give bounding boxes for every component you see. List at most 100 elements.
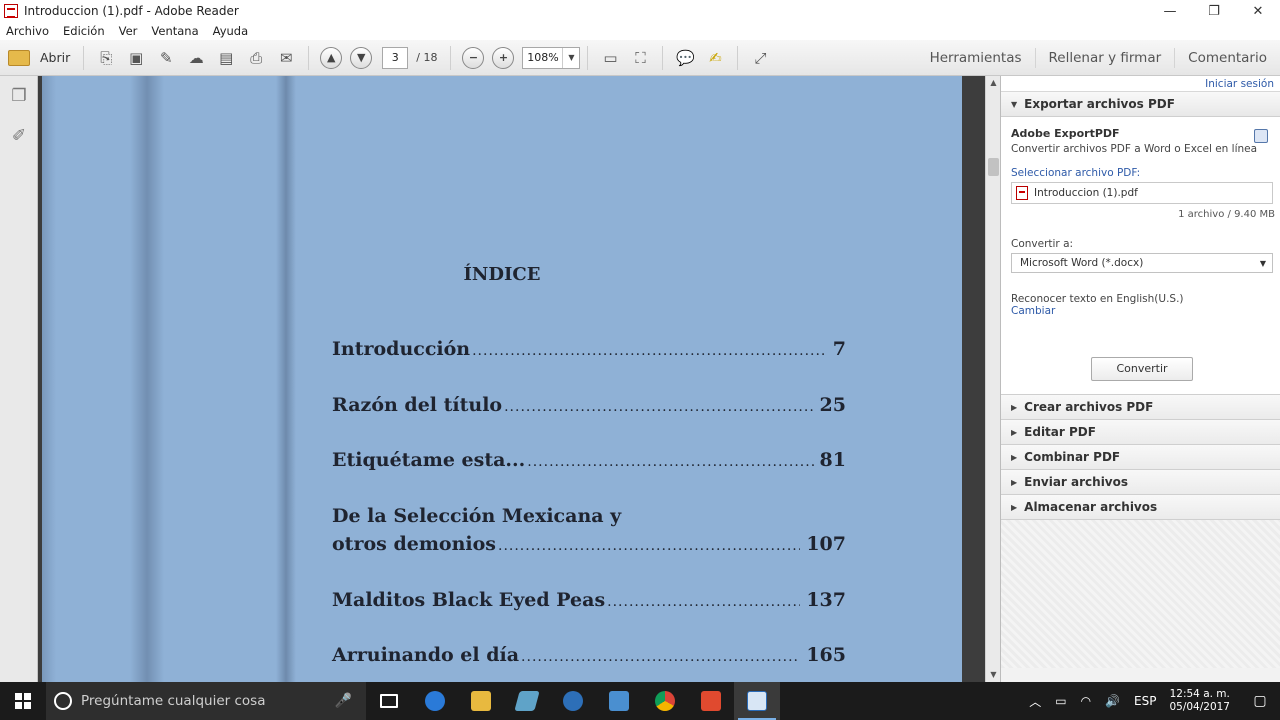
menu-ventana[interactable]: Ventana (151, 24, 198, 38)
email-icon[interactable]: ✉ (273, 45, 299, 71)
section-edit-pdf[interactable]: ▶ Editar PDF (1001, 420, 1280, 445)
section-send-files[interactable]: ▶ Enviar archivos (1001, 470, 1280, 495)
battery-icon[interactable]: ▭ (1055, 694, 1066, 708)
app-icon-red[interactable] (688, 682, 734, 720)
toolbar-separator (737, 45, 739, 70)
cloud-upload-icon[interactable]: ☁ (183, 45, 209, 71)
menu-ver[interactable]: Ver (119, 24, 138, 38)
comment-icon[interactable]: 💬 (672, 45, 698, 71)
convert-format-select[interactable]: Microsoft Word (*.docx) ▼ (1011, 253, 1273, 273)
cortana-search-box[interactable]: Pregúntame cualquier cosa 🎤 (46, 682, 366, 720)
export-pdf-panel: Adobe ExportPDF Convertir archivos PDF a… (1001, 117, 1280, 395)
menu-edicion[interactable]: Edición (63, 24, 105, 38)
convert-button[interactable]: Convertir (1091, 357, 1193, 381)
toolbar-tabs: Herramientas Rellenar y firmar Comentari… (917, 40, 1280, 76)
attachments-icon[interactable]: ✐ (0, 116, 38, 156)
sign-icon[interactable]: ✍ (702, 45, 728, 71)
export-pdf-header[interactable]: ▼ Exportar archivos PDF (1001, 92, 1280, 117)
volume-icon[interactable]: 🔊 (1105, 694, 1120, 708)
toolbar-separator (308, 45, 310, 70)
export-subtitle: Convertir archivos PDF a Word o Excel en… (1011, 143, 1258, 155)
toolbar-separator (83, 45, 85, 70)
chevron-up-icon[interactable]: ︿ (1029, 693, 1041, 710)
app-icon-blue-pen[interactable] (504, 682, 550, 720)
fit-width-icon[interactable]: ⛶ (627, 45, 653, 71)
window-title: Introduccion (1).pdf - Adobe Reader (24, 4, 239, 18)
print-icon[interactable]: ⎙ (243, 45, 269, 71)
scroll-up-arrow[interactable]: ▲ (986, 76, 1001, 90)
toc-leader (472, 337, 827, 365)
signin-link[interactable]: Iniciar sesión (1001, 76, 1280, 92)
export-pdf-header-label: Exportar archivos PDF (1024, 97, 1175, 111)
minimize-button[interactable]: — (1148, 0, 1192, 22)
toc-leader (498, 532, 800, 560)
system-tray: ︿ ▭ ◠ 🔊 ESP 12:54 a. m. 05/04/2017 ▢ (1022, 682, 1280, 720)
clock-date: 05/04/2017 (1169, 701, 1230, 713)
previous-page-button[interactable]: ▲ (320, 46, 343, 69)
section-label: Combinar PDF (1024, 450, 1121, 464)
menu-ayuda[interactable]: Ayuda (213, 24, 249, 38)
scroll-down-arrow[interactable]: ▼ (986, 668, 1001, 682)
open-label: Abrir (40, 50, 71, 65)
wifi-icon[interactable]: ◠ (1081, 694, 1091, 708)
toc-entry-page: 165 (806, 644, 846, 666)
edit-pdf-icon[interactable]: ✎ (153, 45, 179, 71)
section-create-pdf[interactable]: ▶ Crear archivos PDF (1001, 395, 1280, 420)
app-icon-globe[interactable] (550, 682, 596, 720)
chevron-down-icon[interactable]: ▼ (563, 48, 579, 68)
menu-archivo[interactable]: Archivo (6, 24, 49, 38)
folder-icon (8, 49, 30, 66)
toc-entry-page: 107 (806, 533, 846, 555)
tab-herramientas[interactable]: Herramientas (917, 48, 1035, 68)
zoom-value: 108% (523, 47, 564, 68)
adobe-reader-taskbar-icon[interactable] (734, 682, 780, 720)
document-viewport[interactable]: ÍNDICE Introducción7 Razón del título25 … (38, 76, 985, 682)
language-indicator[interactable]: ESP (1134, 694, 1156, 708)
zoom-in-button[interactable]: + (492, 46, 515, 69)
app-icon-monitor[interactable] (596, 682, 642, 720)
edge-icon[interactable] (412, 682, 458, 720)
maximize-button[interactable]: ❐ (1192, 0, 1236, 22)
page-thumbnails-icon[interactable]: ❐ (0, 76, 38, 116)
change-language-link[interactable]: Cambiar (1011, 305, 1270, 317)
toc-entry-title: Malditos Black Eyed Peas (332, 589, 606, 611)
page-number-input[interactable]: 3 (382, 46, 409, 69)
ocr-language-label: Reconocer texto en English(U.S.) (1011, 293, 1184, 305)
tools-pane: Iniciar sesión ▼ Exportar archivos PDF A… (1000, 76, 1280, 682)
toc-entry: Arruinando el día 165 (332, 641, 846, 671)
open-button[interactable]: Abrir (8, 49, 71, 66)
microphone-icon[interactable]: 🎤 (335, 693, 352, 709)
toc-entry-title: Introducción (332, 338, 471, 360)
clock[interactable]: 12:54 a. m. 05/04/2017 (1169, 688, 1230, 714)
triangle-right-icon: ▶ (1011, 452, 1018, 462)
create-pdf-icon[interactable]: ⎘ (93, 45, 119, 71)
section-combine-pdf[interactable]: ▶ Combinar PDF (1001, 445, 1280, 470)
save-icon[interactable]: ▤ (213, 45, 239, 71)
full-screen-icon[interactable]: ⤢ (747, 45, 773, 71)
chevron-down-icon: ▼ (1259, 258, 1266, 268)
file-explorer-icon[interactable] (458, 682, 504, 720)
start-button[interactable] (0, 682, 46, 720)
document-scrollbar[interactable]: ▲ ▼ (985, 76, 1000, 682)
export-service-icon[interactable] (1254, 129, 1268, 143)
pane-background (1001, 520, 1280, 668)
zoom-out-button[interactable]: − (462, 46, 485, 69)
fit-page-icon[interactable]: ▭ (597, 45, 623, 71)
tab-rellenar-firmar[interactable]: Rellenar y firmar (1034, 48, 1175, 68)
selected-file-field[interactable]: Introduccion (1).pdf (1011, 182, 1273, 204)
chrome-icon[interactable] (642, 682, 688, 720)
zoom-select[interactable]: 108% ▼ (522, 46, 581, 69)
section-store-files[interactable]: ▶ Almacenar archivos (1001, 495, 1280, 520)
pdf-options-icon[interactable]: ▣ (123, 45, 149, 71)
pdf-file-icon (1016, 186, 1028, 200)
tab-comentario[interactable]: Comentario (1174, 48, 1280, 68)
task-view-button[interactable] (366, 682, 412, 720)
page-shadow (276, 76, 296, 682)
notification-center-icon[interactable]: ▢ (1240, 682, 1280, 720)
convert-format-value: Microsoft Word (*.docx) (1020, 257, 1144, 269)
close-button[interactable]: ✕ (1236, 0, 1280, 22)
next-page-button[interactable]: ▼ (350, 46, 373, 69)
scroll-thumb[interactable] (988, 158, 999, 176)
section-label: Crear archivos PDF (1024, 400, 1154, 414)
toolbar-separator (587, 45, 589, 70)
